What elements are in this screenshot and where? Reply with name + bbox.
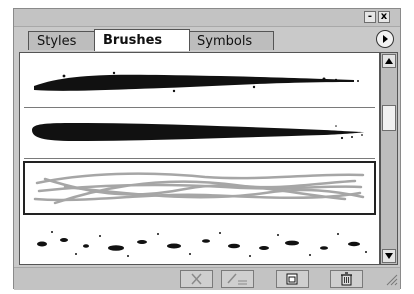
brush-list (19, 52, 380, 265)
scribble-brush-stroke (33, 172, 365, 205)
remove-brush-stroke-button[interactable] (180, 270, 213, 288)
tab-bar: Styles Brushes Symbols (14, 27, 400, 51)
tab-styles[interactable]: Styles (28, 31, 96, 50)
scroll-down-button[interactable] (382, 249, 396, 263)
delete-brush-button[interactable] (330, 270, 363, 288)
tapered-brush-stroke (32, 123, 364, 141)
brush-item-tapered[interactable] (24, 108, 375, 159)
scroll-thumb[interactable] (382, 105, 396, 131)
panel-titlebar[interactable]: - x (14, 9, 400, 27)
brush-item-scribble[interactable] (23, 161, 376, 215)
brushes-panel: - x Styles Brushes Symbols (13, 8, 401, 290)
panel-bottom-bar (14, 267, 400, 290)
resize-grip-icon[interactable] (384, 272, 398, 286)
tab-symbols[interactable]: Symbols (188, 31, 274, 50)
flyout-arrow-icon (383, 35, 388, 43)
brush-item-charcoal[interactable] (24, 57, 375, 108)
remove-brush-stroke-icon (191, 273, 202, 285)
charcoal-brush-stroke (34, 71, 359, 93)
minimize-button[interactable]: - (364, 11, 376, 23)
options-of-selected-object-button[interactable] (221, 270, 254, 288)
new-brush-icon (286, 273, 298, 285)
tab-brushes[interactable]: Brushes (94, 29, 190, 51)
scroll-up-button[interactable] (382, 54, 396, 68)
brush-list-scrollbar[interactable] (380, 52, 398, 265)
options-of-selected-object-icon (227, 273, 247, 285)
brush-item-dots[interactable] (24, 218, 375, 264)
dots-brush-stroke (37, 231, 367, 257)
panel-menu-button[interactable] (376, 30, 394, 48)
delete-brush-icon (341, 272, 352, 286)
triangle-up-icon (385, 58, 393, 64)
close-button[interactable]: x (378, 11, 390, 23)
triangle-down-icon (385, 253, 393, 259)
new-brush-button[interactable] (276, 270, 309, 288)
